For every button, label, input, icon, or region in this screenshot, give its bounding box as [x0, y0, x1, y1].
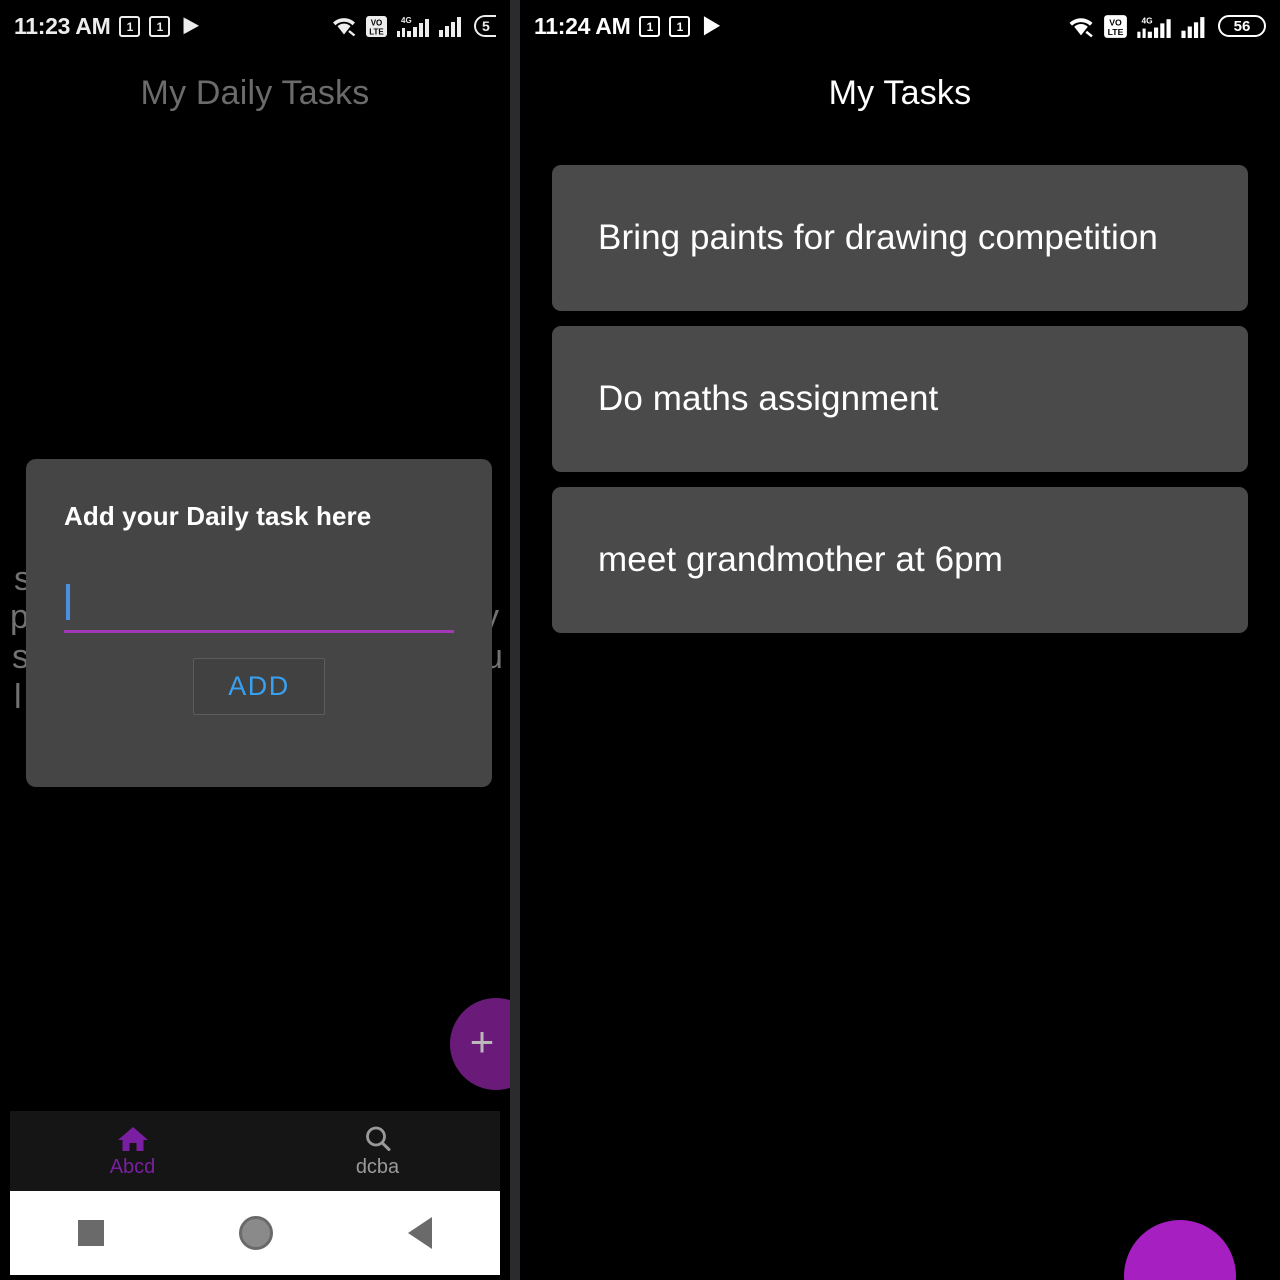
- status-bar-left-group: 11:24 AM 1 1: [534, 13, 725, 40]
- search-icon: [362, 1124, 394, 1154]
- battery-level-label: 5: [482, 18, 490, 34]
- right-status-bar: 11:24 AM 1 1 VO LTE 4G 56: [520, 0, 1280, 52]
- recents-button[interactable]: [77, 1220, 104, 1246]
- svg-text:LTE: LTE: [1108, 27, 1124, 37]
- dialog-input-wrapper: [64, 580, 454, 636]
- bottom-navigation-bar: Abcd dcba: [10, 1111, 500, 1191]
- svg-text:4G: 4G: [1142, 15, 1153, 25]
- task-row[interactable]: Bring paints for drawing competition: [552, 165, 1248, 311]
- task-label: meet grandmother at 6pm: [598, 539, 1004, 579]
- sim1-badge-label: 1: [646, 20, 654, 34]
- right-screen: 11:24 AM 1 1 VO LTE 4G 56 My Tasks Bring…: [520, 0, 1280, 1280]
- task-label: Bring paints for drawing competition: [598, 217, 1158, 257]
- back-button[interactable]: [408, 1217, 433, 1249]
- right-app-title: My Tasks: [828, 74, 972, 112]
- signal-4g-icon: 4G: [1136, 14, 1172, 39]
- svg-text:VO: VO: [371, 18, 383, 27]
- sim1-badge-icon: 1: [639, 15, 661, 37]
- sim1-badge-icon: 1: [119, 15, 141, 37]
- left-app-title: My Daily Tasks: [140, 74, 370, 112]
- left-screen: 11:23 AM 1 1 VO LTE 4G 5 My Daily Tasks …: [0, 0, 510, 1280]
- left-status-bar: 11:23 AM 1 1 VO LTE 4G 5: [0, 0, 510, 52]
- task-row[interactable]: Do maths assignment: [552, 326, 1248, 472]
- status-clock: 11:24 AM: [534, 12, 631, 39]
- dialog-actions: ADD: [64, 658, 454, 715]
- task-row[interactable]: meet grandmother at 6pm: [552, 487, 1248, 633]
- add-task-fab[interactable]: +: [450, 998, 510, 1090]
- sim2-badge-label: 1: [676, 20, 684, 34]
- dual-screenshot-root: 11:23 AM 1 1 VO LTE 4G 5 My Daily Tasks …: [0, 0, 1280, 1280]
- android-system-nav: [10, 1191, 500, 1275]
- signal-bars-icon: [1180, 15, 1210, 38]
- dialog-title: Add your Daily task here: [64, 501, 372, 531]
- nav-item-search[interactable]: dcba: [255, 1111, 500, 1191]
- battery-level-label: 56: [1233, 17, 1251, 35]
- task-name-input[interactable]: [64, 580, 454, 633]
- triangle-back-icon: [408, 1217, 433, 1249]
- status-bar-right-group: VO LTE 4G 5: [331, 14, 496, 38]
- nav-label-search: dcba: [355, 1155, 400, 1178]
- volte-icon: VO LTE: [365, 15, 388, 38]
- signal-4g-icon: 4G: [396, 14, 430, 38]
- add-task-dialog: Add your Daily task here ADD: [26, 459, 492, 787]
- sim1-badge-label: 1: [126, 20, 134, 34]
- wifi-icon: [331, 15, 357, 37]
- nav-item-home[interactable]: Abcd: [10, 1111, 255, 1191]
- circle-icon: [238, 1216, 273, 1250]
- status-bar-left-group: 11:23 AM 1 1: [14, 13, 203, 40]
- task-list: Bring paints for drawing competition Do …: [520, 113, 1280, 633]
- plus-icon: +: [469, 1018, 495, 1065]
- task-label: Do maths assignment: [598, 378, 939, 418]
- signal-bars-icon: [438, 15, 466, 37]
- battery-indicator: 56: [1218, 15, 1266, 37]
- play-store-icon: [179, 14, 203, 38]
- battery-indicator: 5: [474, 15, 496, 37]
- sim2-badge-icon: 1: [149, 15, 171, 37]
- play-store-icon: [699, 13, 725, 39]
- text-caret-icon: [66, 584, 70, 620]
- nav-label-home: Abcd: [109, 1155, 156, 1178]
- svg-text:LTE: LTE: [369, 27, 384, 36]
- svg-text:4G: 4G: [401, 16, 412, 25]
- wifi-icon: [1067, 15, 1095, 38]
- home-button[interactable]: [238, 1216, 273, 1250]
- status-clock: 11:23 AM: [14, 12, 111, 39]
- add-button[interactable]: ADD: [193, 658, 325, 715]
- square-icon: [77, 1220, 104, 1246]
- screen-divider: [510, 0, 520, 1280]
- volte-icon: VO LTE: [1103, 14, 1128, 39]
- home-icon: [116, 1124, 150, 1154]
- sim2-badge-label: 1: [156, 20, 164, 34]
- svg-text:VO: VO: [1109, 17, 1122, 27]
- sim2-badge-icon: 1: [669, 15, 691, 37]
- status-bar-right-group: VO LTE 4G 56: [1067, 14, 1266, 39]
- background-task-fragment: l: [14, 678, 22, 716]
- add-task-fab[interactable]: +: [1124, 1220, 1236, 1280]
